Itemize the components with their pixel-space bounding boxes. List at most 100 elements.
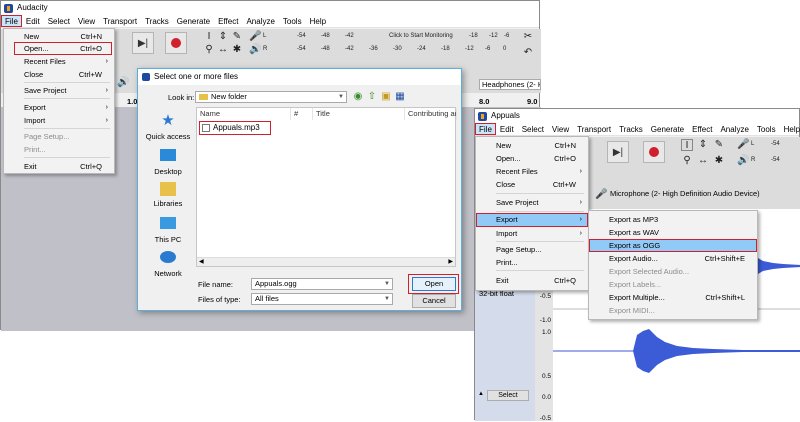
menu-item-exit[interactable]: Exit Ctrl+Q [476, 274, 588, 287]
menu-transport[interactable]: Transport [99, 15, 141, 27]
envelope-tool-icon[interactable]: ⇕ [217, 31, 229, 43]
menu-item-export-wav[interactable]: Export as WAV [589, 226, 757, 239]
filename-input[interactable]: Appuals.ogg ▼ [251, 278, 393, 290]
menu-select[interactable]: Select [44, 15, 74, 27]
menu-item-page-setup[interactable]: Page Setup... [476, 243, 588, 256]
menu-effect[interactable]: Effect [688, 123, 716, 135]
menu-edit[interactable]: Edit [496, 123, 518, 135]
scroll-right-icon[interactable]: ▶ [448, 258, 453, 265]
selection-tool-icon[interactable]: I [681, 139, 693, 151]
track-select-button[interactable]: Select [487, 390, 529, 401]
menu-analyze[interactable]: Analyze [716, 123, 752, 135]
undo-icon[interactable]: ↶ [522, 47, 534, 59]
menu-transport[interactable]: Transport [573, 123, 615, 135]
filetype-select[interactable]: All files ▼ [251, 293, 393, 305]
menu-item-save-project[interactable]: Save Project › [476, 196, 588, 209]
menu-help[interactable]: Help [780, 123, 800, 135]
look-in-select[interactable]: New folder ▼ [195, 91, 347, 103]
cut-icon[interactable]: ✂ [522, 31, 534, 43]
envelope-tool-icon[interactable]: ⇕ [697, 139, 709, 151]
recording-meter[interactable]: L -54 -48 -42 Click to Start Monitoring … [263, 31, 513, 42]
menu-edit[interactable]: Edit [22, 15, 44, 27]
menu-item-close[interactable]: Close Ctrl+W [4, 68, 114, 81]
back-icon[interactable]: ◉ [352, 91, 364, 103]
menu-tools[interactable]: Tools [753, 123, 780, 135]
menu-item-close[interactable]: Close Ctrl+W [476, 178, 588, 191]
collapse-track-icon[interactable]: ▲ [478, 391, 484, 397]
column-header-artist[interactable]: Contributing art [405, 108, 457, 120]
menu-item-import[interactable]: Import › [4, 114, 114, 127]
menu-item-recent-files[interactable]: Recent Files › [476, 165, 588, 178]
column-header-number[interactable]: # [291, 108, 313, 120]
output-device[interactable]: Headphones (2- Hig [479, 79, 541, 90]
multi-tool-icon[interactable]: ✱ [231, 44, 243, 56]
zoom-tool-icon[interactable]: ⚲ [681, 155, 693, 167]
place-this-pc[interactable]: This PC [140, 217, 196, 244]
menu-tracks[interactable]: Tracks [141, 15, 173, 27]
selection-tool-icon[interactable]: I [203, 31, 215, 43]
horizontal-scrollbar[interactable]: ◀ ▶ [197, 257, 455, 266]
skip-end-button[interactable]: ▶| [132, 32, 154, 54]
menu-select[interactable]: Select [518, 123, 548, 135]
menu-tools[interactable]: Tools [279, 15, 306, 27]
menu-item-export-audio[interactable]: Export Audio... Ctrl+Shift+E [589, 252, 757, 265]
playback-meter[interactable]: R -54 [751, 155, 799, 166]
file-list[interactable]: Name # Title Contributing art Appuals.mp… [196, 107, 457, 267]
file-row[interactable]: Appuals.mp3 [199, 121, 271, 135]
view-menu-icon[interactable]: ▦ [394, 91, 406, 103]
open-button[interactable]: Open [412, 277, 456, 291]
new-folder-icon[interactable]: ▣ [380, 91, 392, 103]
chevron-down-icon: ▼ [338, 94, 344, 100]
click-to-monitor-label[interactable]: Click to Start Monitoring [389, 31, 453, 42]
menu-tracks[interactable]: Tracks [615, 123, 647, 135]
menu-help[interactable]: Help [306, 15, 330, 27]
menu-generate[interactable]: Generate [647, 123, 688, 135]
menu-item-new[interactable]: New Ctrl+N [476, 139, 588, 152]
menu-item-save-project[interactable]: Save Project › [4, 84, 114, 97]
place-network[interactable]: Network [140, 251, 196, 278]
up-folder-icon[interactable]: ⇧ [366, 91, 378, 103]
menu-separator [24, 98, 110, 99]
timeshift-tool-icon[interactable]: ↔ [217, 44, 229, 56]
menu-file[interactable]: File [475, 123, 496, 135]
draw-tool-icon[interactable]: ✎ [713, 139, 725, 151]
skip-end-button[interactable]: ▶| [607, 141, 629, 163]
recording-meter[interactable]: L -54 [751, 139, 799, 150]
input-device-select[interactable]: ▼ Microphone (2- High Definition Audio D… [607, 189, 799, 201]
timeshift-tool-icon[interactable]: ↔ [697, 155, 709, 167]
menu-item-print[interactable]: Print... [476, 256, 588, 269]
menu-item-export[interactable]: Export › [476, 213, 588, 227]
menu-item-recent-files[interactable]: Recent Files › [4, 55, 114, 68]
multi-tool-icon[interactable]: ✱ [713, 155, 725, 167]
record-button[interactable] [165, 32, 187, 54]
column-header-name[interactable]: Name [197, 108, 291, 120]
menu-item-open[interactable]: Open... Ctrl+O [14, 42, 112, 55]
draw-tool-icon[interactable]: ✎ [231, 31, 243, 43]
cancel-button[interactable]: Cancel [412, 294, 456, 308]
scroll-left-icon[interactable]: ◀ [199, 258, 204, 265]
place-quick-access[interactable]: ★ Quick access [140, 113, 196, 142]
zoom-tool-icon[interactable]: ⚲ [203, 44, 215, 56]
menu-item-export-labels: Export Labels... [609, 280, 662, 289]
menu-item-exit[interactable]: Exit Ctrl+Q [4, 160, 114, 173]
menu-item-open[interactable]: Open... Ctrl+O [476, 152, 588, 165]
menu-generate[interactable]: Generate [173, 15, 214, 27]
place-libraries[interactable]: Libraries [140, 182, 196, 208]
menu-file[interactable]: File [1, 15, 22, 27]
menu-separator [24, 157, 110, 158]
column-header-title[interactable]: Title [313, 108, 405, 120]
dialog-titlebar: Select one or more files [138, 69, 461, 85]
menu-view[interactable]: View [548, 123, 573, 135]
menu-item-export-ogg[interactable]: Export as OGG [589, 239, 757, 252]
playback-meter[interactable]: R -54 -48 -42 -36 -30 -24 -18 -12 -6 0 [263, 44, 513, 55]
menu-item-export-multiple[interactable]: Export Multiple... Ctrl+Shift+L [589, 291, 757, 304]
menu-analyze[interactable]: Analyze [242, 15, 278, 27]
record-button[interactable] [643, 141, 665, 163]
menu-item-import[interactable]: Import › [476, 227, 588, 240]
menu-item-export[interactable]: Export › [4, 101, 114, 114]
menu-effect[interactable]: Effect [214, 15, 242, 27]
menu-item-export-mp3[interactable]: Export as MP3 [589, 213, 757, 226]
place-desktop[interactable]: Desktop [140, 149, 196, 176]
menu-view[interactable]: View [74, 15, 99, 27]
filename-label: File name: [198, 280, 234, 289]
